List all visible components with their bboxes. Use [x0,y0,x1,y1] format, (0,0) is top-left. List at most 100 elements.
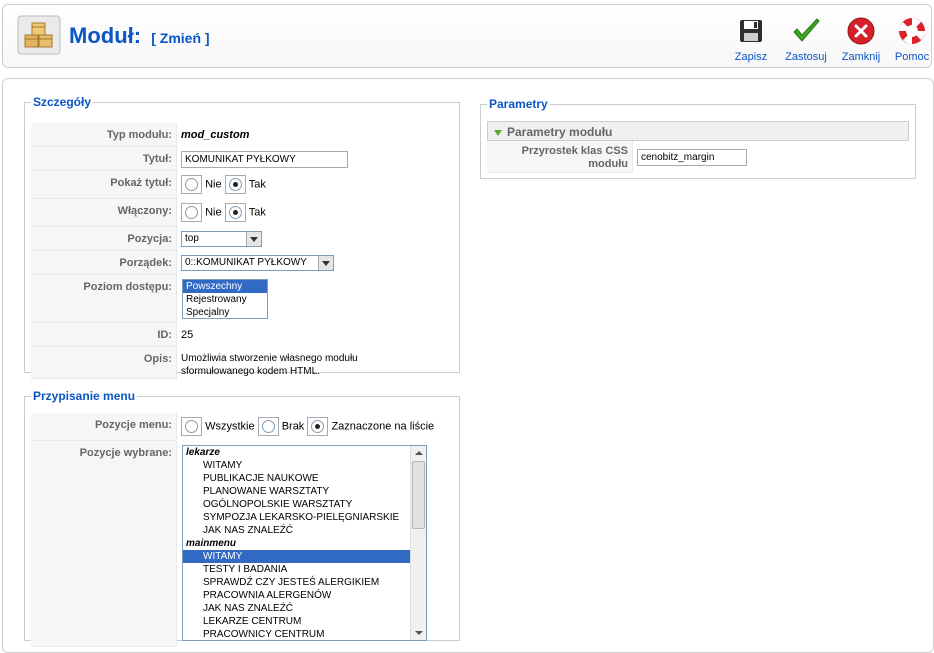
module-type-label: Typ modułu: [31,123,177,147]
menu-legend: Przypisanie menu [33,389,136,403]
menu-all-radio[interactable] [181,417,202,436]
save-button[interactable]: Zapisz [726,15,776,63]
row-position: Pozycja: top [31,227,453,251]
row-id: ID: 25 [31,323,453,347]
page-subtitle: [ Zmień ] [151,30,210,46]
css-suffix-input[interactable] [637,149,747,166]
access-option[interactable]: Rejestrowany [183,293,267,306]
close-label: Zamknij [841,51,881,63]
params-legend: Parametry [489,97,548,111]
menu-item[interactable]: OGÓLNOPOLSKIE WARSZTATY [183,498,426,511]
row-enabled: Włączony: Nie Tak [31,199,453,227]
access-label: Poziom dostępu: [31,275,177,323]
row-css-suffix: Przyrostek klas CSS modułu [487,141,909,173]
menu-item[interactable]: JAK NAS ZNALEŹĆ [183,524,426,537]
menu-fieldset: Przypisanie menu Pozycje menu: Wszystkie… [24,389,460,647]
menu-item[interactable]: PLANOWANE WARSZTATY [183,485,426,498]
css-suffix-label-line: modułu [588,158,628,170]
css-suffix-label-line: Przyrostek klas CSS [521,145,628,157]
title-label: Tytuł: [31,147,177,171]
enabled-yes-radio[interactable] [224,203,246,222]
params-fieldset: Parametry Parametry modułu Przyrostek kl… [480,97,916,179]
menu-positions-label: Pozycje menu: [31,413,177,441]
params-panel-title: Parametry modułu [507,125,613,139]
enabled-no-radio[interactable] [181,203,202,222]
description-label: Opis: [31,347,177,379]
order-label: Porządek: [31,251,177,275]
menu-all-label: Wszystkie [205,420,255,433]
close-button[interactable]: Zamknij [836,15,886,63]
show-title-label: Pokaż tytuł: [31,171,177,199]
menu-item[interactable]: SPRAWDŹ CZY JESTEŚ ALERGIKIEM [183,576,426,589]
lifebuoy-icon [896,15,928,47]
menu-chosen-label: Pozycje wybrane: [31,441,177,647]
page-title-text: Moduł: [69,23,142,48]
enabled-yes-label: Tak [248,206,266,219]
menu-item[interactable]: PUBLIKACJE NAUKOWE [183,472,426,485]
show-title-no-radio[interactable] [181,175,202,194]
menu-item[interactable]: TESTY I BADANIA [183,563,426,576]
order-value: 0::KOMUNIKAT PYŁKOWY [185,257,307,268]
row-show-title: Pokaż tytuł: Nie Tak [31,171,453,199]
show-title-yes-radio[interactable] [224,175,246,194]
row-description: Opis: Umożliwia stworzenie własnego modu… [31,347,453,379]
page-title: Moduł: [ Zmień ] [69,23,210,49]
row-menu-positions: Pozycje menu: Wszystkie Brak Zaznaczone … [31,413,453,441]
details-fieldset: Szczegóły Typ modułu: mod_custom Tytuł: … [24,95,460,379]
scroll-up-icon[interactable] [411,446,426,460]
menu-item[interactable]: SYMPOZJA LEKARSKO-PIELĘGNIARSKIE [183,511,426,524]
apply-button[interactable]: Zastosuj [781,15,831,63]
chevron-down-icon [318,256,333,270]
menu-item[interactable]: JAK NAS ZNALEŹĆ [183,602,426,615]
row-module-type: Typ modułu: mod_custom [31,123,453,147]
params-panel-header[interactable]: Parametry modułu [487,121,909,141]
order-select[interactable]: 0::KOMUNIKAT PYŁKOWY [181,255,334,271]
details-legend: Szczegóły [33,95,92,109]
row-order: Porządek: 0::KOMUNIKAT PYŁKOWY [31,251,453,275]
css-suffix-label: Przyrostek klas CSS modułu [487,141,633,173]
menu-item[interactable]: WITAMY [183,459,426,472]
position-select[interactable]: top [181,231,262,247]
id-label: ID: [31,323,177,347]
menu-group-label: mainmenu [186,538,237,549]
scroll-down-icon[interactable] [411,626,426,640]
access-listbox[interactable]: Powszechny Rejestrowany Specjalny [182,279,268,319]
scroll-thumb[interactable] [412,461,425,529]
menu-selected-radio[interactable] [307,417,329,436]
menu-item[interactable]: PRACOWNICY CENTRUM [183,628,426,640]
description-line: sformułowanego kodem HTML. [181,366,320,377]
help-label: Pomoc [894,51,930,63]
show-title-yes-label: Tak [248,178,266,191]
menu-item[interactable]: WITAMY [183,550,410,563]
menu-none-radio[interactable] [257,417,279,436]
floppy-disk-icon [735,15,767,47]
row-menu-chosen: Pozycje wybrane: lekarze WITAMY PUBLIKAC… [31,441,453,647]
chevron-down-icon [246,232,261,246]
menu-group-label: lekarze [186,447,220,458]
save-label: Zapisz [734,51,768,63]
menu-item[interactable]: PRACOWNIA ALERGENÓW [183,589,426,602]
access-option[interactable]: Powszechny [183,280,267,293]
show-title-no-label: Nie [205,178,222,191]
position-label: Pozycja: [31,227,177,251]
help-button[interactable]: Pomoc [887,15,934,63]
content-area: Szczegóły Typ modułu: mod_custom Tytuł: … [2,78,934,653]
triangle-down-icon [494,129,502,136]
access-option[interactable]: Specjalny [183,306,267,319]
menu-item[interactable]: LEKARZE CENTRUM [183,615,426,628]
menu-items-listbox[interactable]: lekarze WITAMY PUBLIKACJE NAUKOWE PLANOW… [182,445,427,641]
apply-label: Zastosuj [785,51,827,63]
close-icon [845,15,877,47]
position-value: top [185,233,199,244]
description-line: Umożliwia stworzenie własnego modułu [181,353,358,364]
menu-none-label: Brak [281,420,305,433]
title-input[interactable] [181,151,348,168]
listbox-scrollbar[interactable] [410,446,426,640]
enabled-no-label: Nie [205,206,222,219]
row-title: Tytuł: [31,147,453,171]
enabled-label: Włączony: [31,199,177,227]
toolbar-header: Moduł: [ Zmień ] Zapisz Zastosuj Zamknij… [2,4,932,68]
module-boxes-icon [17,15,61,55]
menu-selected-label: Zaznaczone na liście [331,420,435,433]
checkmark-icon [790,15,822,47]
